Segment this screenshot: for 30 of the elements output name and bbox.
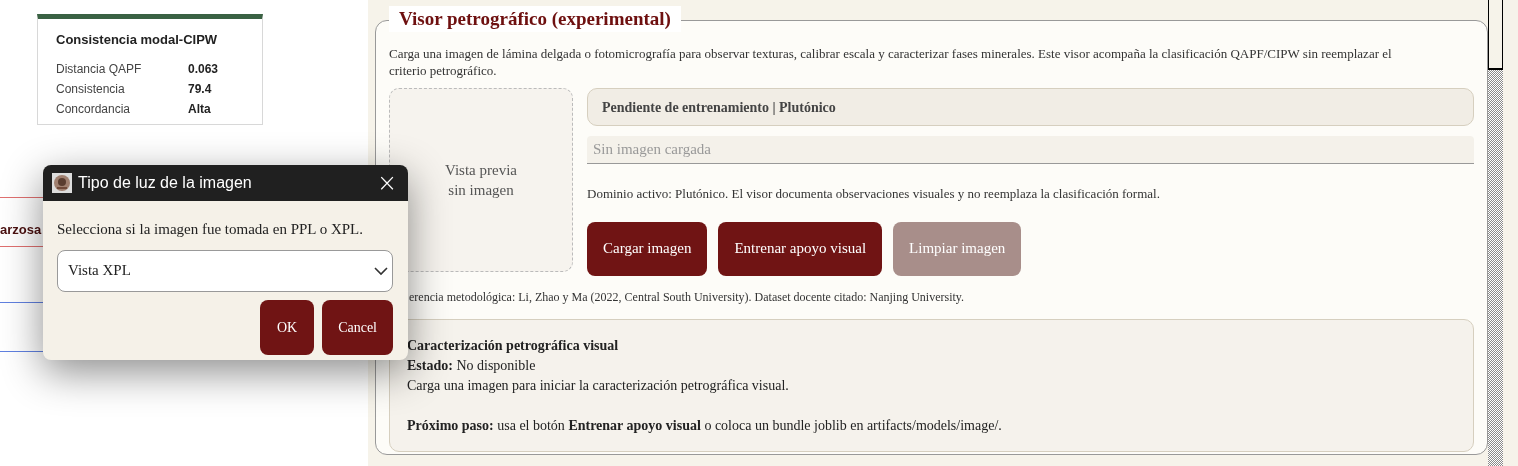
- action-button[interactable]: Cargar imagen: [587, 221, 708, 276]
- dialog-prompt: Selecciona si la imagen fue tomada en PPL o XPL.: [57, 220, 365, 239]
- chevron-down-icon: [373, 265, 389, 276]
- dialog-button[interactable]: Cancel: [322, 299, 393, 355]
- light-type-select[interactable]: Vista XPL: [57, 249, 393, 292]
- metric-value: 0.063: [188, 60, 219, 78]
- metric-value: 79.4: [188, 80, 212, 98]
- result-title: Caracterización petrográfica visual: [407, 336, 620, 355]
- dialog-button[interactable]: OK: [260, 299, 315, 355]
- image-field[interactable]: Sin imagen cargada: [587, 136, 1474, 164]
- metric-value: Alta: [188, 100, 211, 118]
- action-button[interactable]: Entrenar apoyo visual: [718, 221, 883, 276]
- app-icon: [52, 173, 72, 193]
- preview-text: Vista previa sin imagen: [445, 161, 517, 200]
- close-button[interactable]: ×: [375, 171, 399, 195]
- metric-label: Distancia QAPF: [56, 60, 143, 78]
- panel-description: Carga una imagen de lámina delgada o fotomicrografía para observar texturas, calibrar escala y caracterizar fases minerales. Este visor acompaña la clasificación QAPF/CIPW sin reemplazar el criterio petrográfico.: [389, 45, 1393, 79]
- scrollbar[interactable]: [1488, 0, 1503, 466]
- table-cell-text: arzosa: [0, 221, 42, 239]
- metric-label: Concordancia: [56, 100, 132, 118]
- next-step-text: Próximo paso: usa el botón Entrenar apoyo visual o coloca un bundle joblib en artifacts/models/image/.: [407, 416, 1003, 435]
- result-line: Carga una imagen para iniciar la caracterización petrográfica visual.: [407, 376, 790, 395]
- domain-note: Dominio activo: Plutónico. El visor documenta observaciones visuales y no reemplaza la clasificación formal.: [587, 185, 1161, 203]
- panel-title: Visor petrográfico (experimental): [389, 6, 681, 32]
- metric-label: Consistencia: [56, 80, 126, 98]
- card-title: Consistencia modal-CIPW: [56, 31, 219, 49]
- result-line: Estado: No disponible: [407, 356, 537, 375]
- dialog-title: Tipo de luz de la imagen: [78, 173, 253, 193]
- reference-note: erencia metodológica: Li, Zhao y Ma (2022, Central South University). Dataset docente citado: Nanjing University.: [408, 288, 966, 306]
- status-banner: Pendiente de entrenamiento | Plutónico: [587, 88, 1474, 126]
